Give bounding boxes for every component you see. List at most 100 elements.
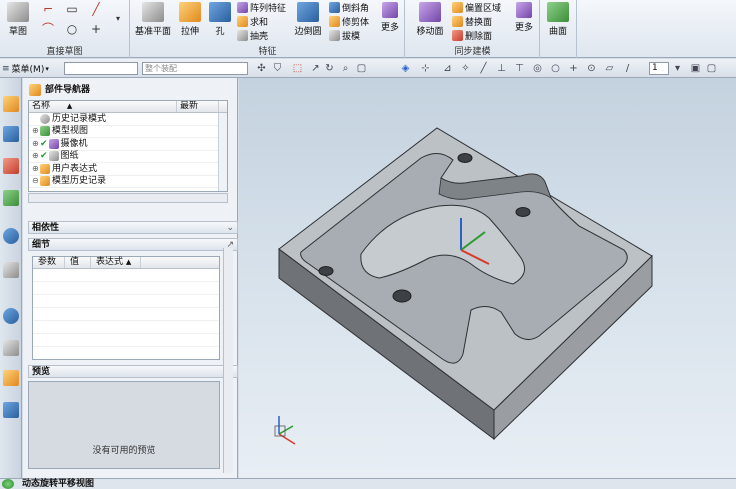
chamfer-icon bbox=[329, 2, 340, 13]
tree-item-cameras[interactable]: ⊕ ✔ 摄像机 bbox=[29, 138, 227, 151]
surface-group: 曲面 bbox=[541, 0, 577, 58]
tree-item-user-expressions[interactable]: ⊕ 用户表达式 bbox=[29, 163, 227, 176]
profile-tool-icon[interactable]: ⌐ bbox=[40, 2, 56, 16]
replace-face-button[interactable]: 替换面 bbox=[452, 15, 492, 28]
panel-vertical-scrollbar[interactable] bbox=[223, 248, 233, 473]
trim-body-button[interactable]: 修剪体 bbox=[329, 15, 369, 28]
zoom-icon[interactable]: ⌕ bbox=[340, 63, 351, 74]
dependencies-section-header[interactable]: 相依性 ⌄ bbox=[28, 221, 238, 234]
expand-chevron-icon[interactable]: ⌄ bbox=[226, 222, 234, 235]
snap-plus-icon[interactable]: + bbox=[568, 63, 579, 74]
draft-button[interactable]: 拔模 bbox=[329, 29, 360, 42]
hole bbox=[515, 207, 531, 217]
column-latest-header[interactable]: 最新 bbox=[177, 101, 219, 112]
hole-button[interactable]: 孔 bbox=[205, 2, 235, 37]
column-value-header[interactable]: 值 bbox=[65, 257, 91, 268]
snap-end-icon[interactable]: ⊿ bbox=[442, 63, 453, 74]
datum-plane-icon bbox=[142, 2, 164, 22]
expand-icon[interactable]: ⊕ bbox=[32, 163, 40, 176]
roles-tab-icon[interactable] bbox=[3, 340, 19, 356]
checkmark-icon[interactable]: ✔ bbox=[40, 138, 48, 151]
palette-tab-icon[interactable] bbox=[3, 370, 19, 386]
tree-vertical-scrollbar[interactable] bbox=[218, 113, 227, 191]
shell-button[interactable]: 抽壳 bbox=[237, 29, 268, 42]
checkmark-icon[interactable]: ✔ bbox=[40, 150, 48, 163]
pan-icon[interactable]: ↗ bbox=[310, 63, 321, 74]
offset-region-button[interactable]: 偏置区域 bbox=[452, 1, 501, 14]
column-expression-header[interactable]: 表达式 ▲ bbox=[91, 257, 141, 268]
extrude-button[interactable]: 拉伸 bbox=[175, 2, 205, 37]
feature-more-button[interactable]: 更多 bbox=[377, 2, 403, 33]
expand-icon[interactable]: ⊖ bbox=[32, 175, 40, 188]
web-browser-tab-icon[interactable] bbox=[3, 228, 19, 244]
expand-icon[interactable]: ⊕ bbox=[32, 138, 40, 151]
sketch-button[interactable]: 草图 bbox=[3, 2, 33, 37]
snap-point-icon[interactable]: ⊹ bbox=[420, 63, 431, 74]
surface-button[interactable]: 曲面 bbox=[543, 2, 573, 37]
preview-section-header[interactable]: 预览 ↗ bbox=[28, 365, 238, 378]
column-name-header[interactable]: 名称 ▲ bbox=[29, 101, 177, 112]
line-tool-icon[interactable]: ╱ bbox=[88, 2, 104, 16]
circle-tool-icon[interactable]: ○ bbox=[64, 22, 80, 36]
system-materials-tab-icon[interactable] bbox=[3, 402, 19, 418]
constraint-navigator-tab-icon[interactable] bbox=[3, 158, 19, 174]
fit-icon[interactable]: ▢ bbox=[706, 63, 717, 74]
snap-line-icon[interactable]: ╱ bbox=[478, 63, 489, 74]
tree-item-history-mode[interactable]: 历史记录模式 bbox=[29, 113, 227, 126]
rectangle-tool-icon[interactable]: ▭ bbox=[64, 2, 80, 16]
table-row bbox=[33, 295, 219, 308]
surface-label: 曲面 bbox=[548, 27, 567, 37]
column-parameter-header[interactable]: 参数 bbox=[33, 257, 65, 268]
snap-face-icon[interactable]: ▱ bbox=[604, 63, 615, 74]
view-icon[interactable]: ▢ bbox=[356, 63, 367, 74]
snap-circle-icon[interactable]: ○ bbox=[550, 63, 561, 74]
select-icon[interactable]: ⬚ bbox=[292, 63, 303, 74]
sketch-label: 草图 bbox=[8, 27, 27, 37]
edge-blend-button[interactable]: 边倒圆 bbox=[291, 2, 325, 37]
sketch-more-icon[interactable]: ▾ bbox=[110, 12, 126, 26]
tree-item-model-views[interactable]: ⊕ 模型视图 bbox=[29, 125, 227, 138]
view-triad[interactable] bbox=[274, 416, 296, 445]
offset-region-icon bbox=[452, 2, 463, 13]
tree-horizontal-scrollbar[interactable] bbox=[28, 193, 228, 203]
arc-tool-icon[interactable]: ⌒ bbox=[40, 22, 56, 36]
reuse-library-tab-icon[interactable] bbox=[3, 190, 19, 206]
layer-input[interactable]: 1 bbox=[649, 62, 669, 75]
snap-icon[interactable]: ✣ bbox=[256, 63, 267, 74]
datum-plane-button[interactable]: 基准平面 bbox=[135, 2, 171, 37]
unite-button[interactable]: 求和 bbox=[237, 15, 268, 28]
delete-face-button[interactable]: 删除面 bbox=[452, 29, 492, 42]
snap-tangent-icon[interactable]: ⊤ bbox=[514, 63, 525, 74]
chamfer-button[interactable]: 倒斜角 bbox=[329, 1, 369, 14]
menu-button[interactable]: ≡ 菜单(M) ▾ bbox=[2, 61, 49, 76]
rotate-icon[interactable]: ↻ bbox=[324, 63, 335, 74]
details-section-header[interactable]: 细节 ↗ bbox=[28, 238, 238, 251]
filter-icon[interactable]: ⛉ bbox=[272, 63, 283, 74]
sync-more-button[interactable]: 更多 bbox=[510, 2, 538, 33]
expand-icon[interactable]: ⊕ bbox=[32, 150, 40, 163]
snap-mid-icon[interactable]: ✧ bbox=[460, 63, 471, 74]
part-navigator-tab-icon[interactable] bbox=[3, 96, 19, 112]
snap-center-icon[interactable]: ◎ bbox=[532, 63, 543, 74]
part-model[interactable] bbox=[239, 78, 736, 478]
tree-item-model-history[interactable]: ⊖ 模型历史记录 bbox=[29, 175, 227, 188]
tree-item-drawings[interactable]: ⊕ ✔ 图纸 bbox=[29, 150, 227, 163]
scope-filter-select[interactable]: 整个装配 bbox=[142, 62, 248, 75]
expand-icon[interactable]: ⊕ bbox=[32, 125, 40, 138]
render-style-icon[interactable]: ◈ bbox=[400, 63, 411, 74]
type-filter-select[interactable] bbox=[64, 62, 138, 75]
assembly-navigator-tab-icon[interactable] bbox=[3, 126, 19, 142]
snap-curve-icon[interactable]: / bbox=[622, 63, 633, 74]
snap-intersect-icon[interactable]: ⊥ bbox=[496, 63, 507, 74]
snap-quadrant-icon[interactable]: ⊙ bbox=[586, 63, 597, 74]
status-text: 动态旋转平移视图 bbox=[22, 479, 95, 489]
graphics-window[interactable] bbox=[239, 78, 736, 478]
window-icon[interactable]: ▣ bbox=[690, 63, 701, 74]
history-tab-icon[interactable] bbox=[3, 262, 19, 278]
triad-x-axis bbox=[278, 433, 296, 445]
layer-dropdown-icon[interactable]: ▾ bbox=[672, 63, 683, 74]
clock-tab-icon[interactable] bbox=[3, 308, 19, 324]
point-tool-icon[interactable]: + bbox=[88, 22, 104, 36]
move-face-button[interactable]: 移动面 bbox=[412, 2, 448, 37]
pattern-feature-button[interactable]: 阵列特征 bbox=[237, 1, 286, 14]
